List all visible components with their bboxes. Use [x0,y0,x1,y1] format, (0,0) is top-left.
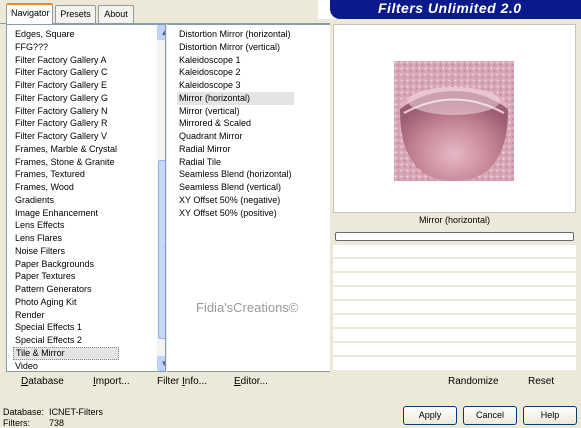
import-label: mport... [95,376,130,387]
tab-navigator[interactable]: Navigator [6,3,53,24]
category-item[interactable]: Lens Effects [13,219,119,232]
category-item[interactable]: Filter Factory Gallery R [13,117,119,130]
filter-item[interactable]: Mirror (horizontal) [177,91,294,105]
category-item[interactable]: Tile & Mirror [13,346,120,360]
progress-bar [335,232,574,241]
editor-mnemonic: E [234,376,241,387]
help-button[interactable]: Help [523,406,577,425]
preview-caption: Mirror (horizontal) [418,215,490,225]
category-item[interactable]: Frames, Marble & Crystal [13,143,119,156]
preview-image [394,61,514,181]
editor-label: ditor... [240,376,268,387]
category-item[interactable]: Filter Factory Gallery C [13,66,119,79]
filter-item[interactable]: Quadrant Mirror [177,130,294,143]
category-items: Edges, Square FFG??? Filter Factory Galler… [13,28,120,372]
filter-item[interactable]: Radial Mirror [177,143,294,156]
category-item[interactable]: Photo Aging Kit [13,296,119,309]
filter-info-label: nfo... [184,376,208,387]
tab-about[interactable]: About [98,5,134,23]
category-item[interactable]: Special Effects 2 [13,334,119,347]
apply-button[interactable]: Apply [403,406,457,425]
category-item[interactable]: Frames, Textured [13,168,119,181]
category-item[interactable]: Frames, Stone & Granite [13,156,119,169]
category-item[interactable]: Noise Filters [13,245,119,258]
editor-button[interactable]: Editor... [234,376,268,387]
filter-item[interactable]: Mirrored & Scaled [177,117,294,130]
parameter-row[interactable] [333,245,576,258]
category-item[interactable]: FFG??? [13,41,119,54]
category-item[interactable]: Special Effects 1 [13,321,119,334]
grip-icon: ≡ [162,245,165,251]
database-label: atabase [28,376,64,387]
randomize-button[interactable]: Randomize [448,376,499,387]
filter-item[interactable]: Mirror (vertical) [177,105,294,118]
category-item[interactable]: Frames, Wood [13,181,119,194]
category-item[interactable]: Filter Factory Gallery G [13,92,119,105]
parameter-row[interactable] [333,273,576,286]
import-button[interactable]: Import... [93,376,130,387]
category-item[interactable]: Pattern Generators [13,283,119,296]
filter-item[interactable]: Seamless Blend (horizontal) [177,168,294,181]
cancel-button[interactable]: Cancel [463,406,517,425]
filter-list[interactable]: Distortion Mirror (horizontal) Distortion… [167,24,330,372]
filter-item[interactable]: XY Offset 50% (negative) [177,194,294,207]
filter-item[interactable]: Kaleidoscope 3 [177,79,294,92]
filter-item[interactable]: Distortion Mirror (vertical) [177,41,294,54]
category-list[interactable]: Edges, Square FFG??? Filter Factory Galler… [6,24,166,372]
parameter-row[interactable] [333,343,576,356]
category-item[interactable]: Gradients [13,194,119,207]
category-item[interactable]: Filter Factory Gallery V [13,130,119,143]
scroll-thumb[interactable]: ≡ [158,160,165,339]
database-button[interactable]: Database [21,376,64,387]
category-item[interactable]: Filter Factory Gallery A [13,54,119,67]
filter-item[interactable]: Distortion Mirror (horizontal) [177,28,294,41]
filter-item[interactable]: Kaleidoscope 2 [177,66,294,79]
parameter-row[interactable] [333,259,576,272]
parameter-row[interactable] [333,329,576,342]
database-status-label: Database: [3,407,45,417]
filter-info-button[interactable]: Filter Info... [157,376,207,387]
category-item[interactable]: Lens Flares [13,232,119,245]
scroll-up-button[interactable]: ▲ [157,25,165,40]
filter-item[interactable]: Seamless Blend (vertical) [177,181,294,194]
database-status-value: ICNET-Filters [49,407,103,417]
category-item[interactable]: Filter Factory Gallery N [13,105,119,118]
category-item[interactable]: Paper Textures [13,270,119,283]
category-item[interactable]: Video [13,360,119,372]
parameter-row[interactable] [333,301,576,314]
category-item[interactable]: Edges, Square [13,28,119,41]
filter-info-prefix: Filter [157,376,182,387]
parameter-row[interactable] [333,315,576,328]
filter-item[interactable]: XY Offset 50% (positive) [177,207,294,220]
scroll-down-button[interactable]: ▼ [157,356,165,371]
parameter-row[interactable] [333,287,576,300]
tab-presets[interactable]: Presets [55,5,96,23]
category-item[interactable]: Filter Factory Gallery E [13,79,119,92]
category-item[interactable]: Render [13,309,119,322]
watermark: Fidia'sCreations© [196,300,299,315]
category-item[interactable]: Image Enhancement [13,207,119,220]
filter-item[interactable]: Radial Tile [177,156,294,169]
filter-item[interactable]: Kaleidoscope 1 [177,54,294,67]
parameter-row[interactable] [333,357,576,371]
category-item[interactable]: Paper Backgrounds [13,258,119,271]
filter-items: Distortion Mirror (horizontal) Distortion… [177,28,294,219]
app-title: Filters Unlimited 2.0 [378,0,522,16]
category-scrollbar[interactable]: ▲ ≡ ▼ [157,25,165,371]
reset-button[interactable]: Reset [528,376,554,387]
